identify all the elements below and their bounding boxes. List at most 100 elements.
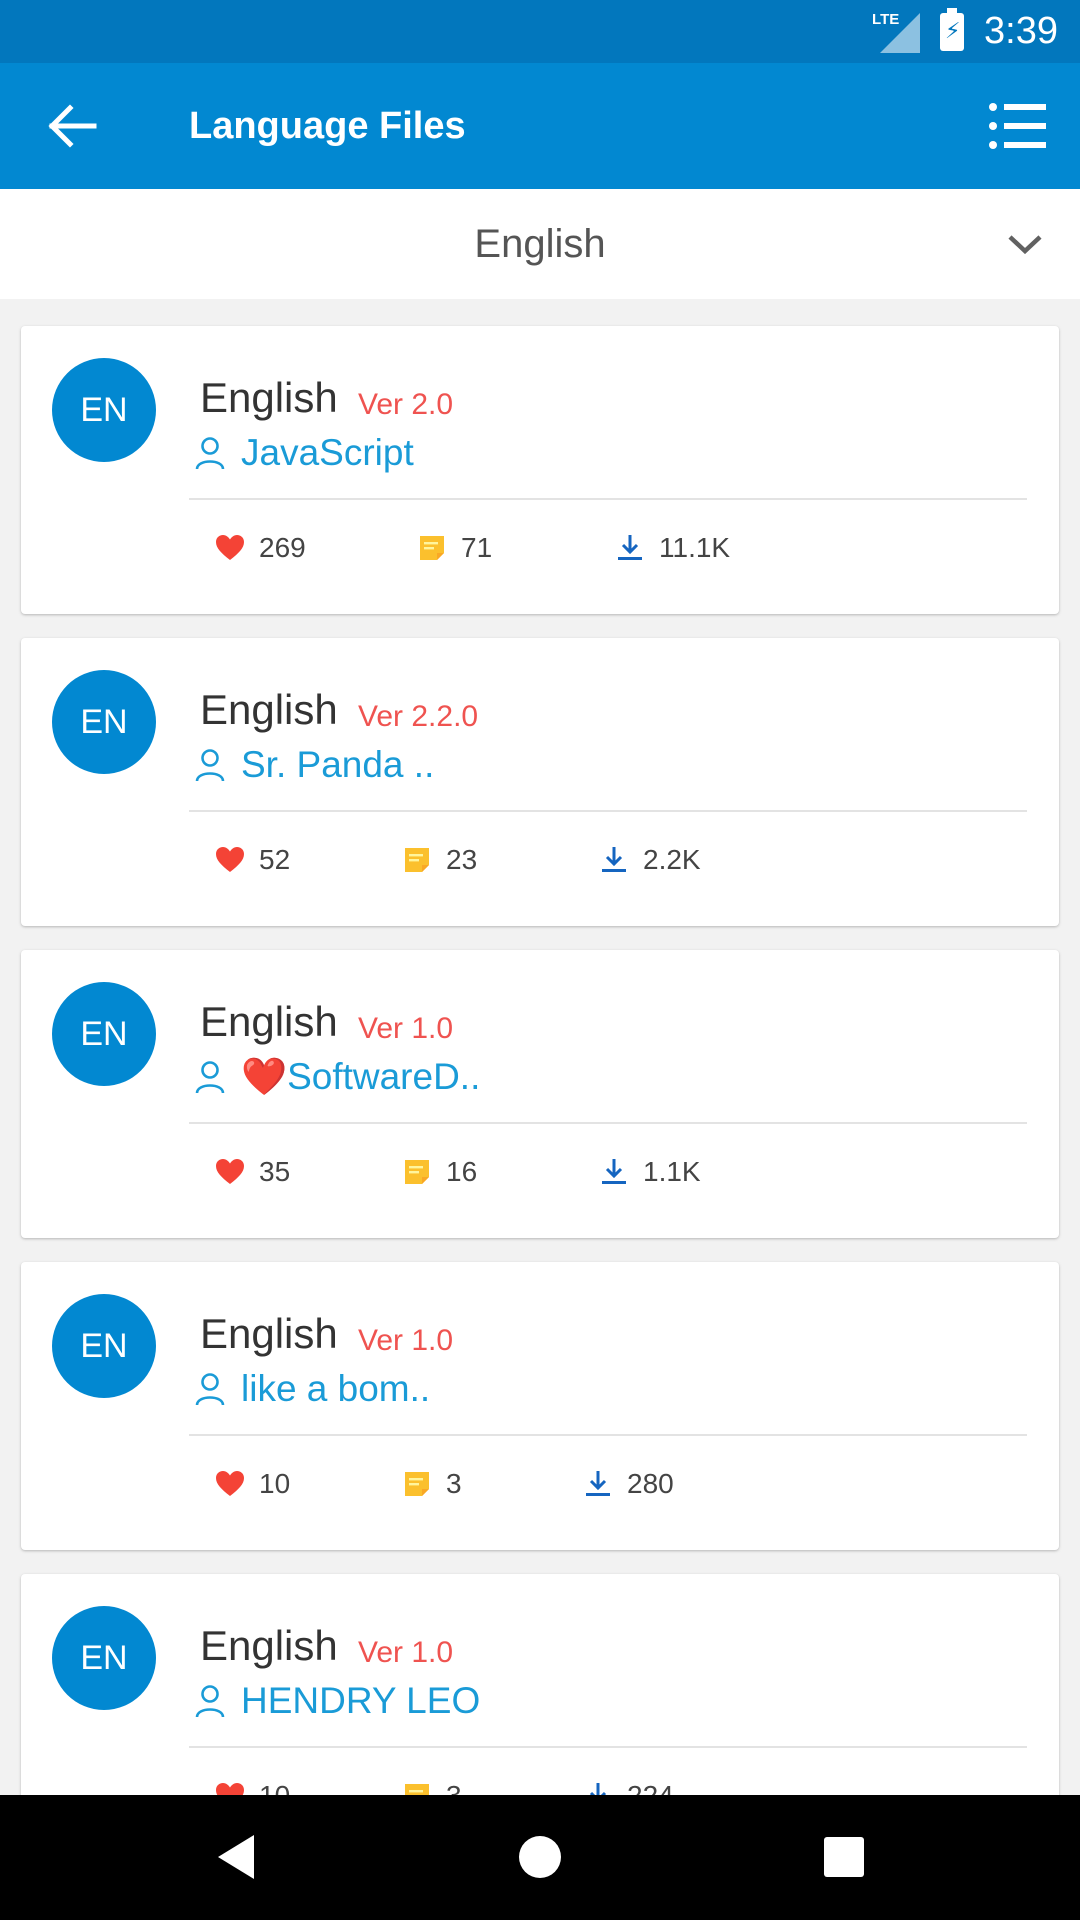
likes-count: 269 bbox=[259, 532, 306, 563]
likes-stat[interactable]: 10 bbox=[215, 1776, 290, 1795]
author-name: HENDRY LEO bbox=[241, 1680, 481, 1721]
language-file-list[interactable]: EN English Ver 2.0 JavaScript 269 71 11.… bbox=[0, 299, 1080, 1795]
likes-stat[interactable]: 10 bbox=[215, 1464, 290, 1504]
language-file-card[interactable]: EN English Ver 2.2.0 Sr. Panda .. 52 23 … bbox=[21, 638, 1059, 926]
language-dropdown[interactable]: English bbox=[0, 189, 1080, 299]
list-view-button[interactable] bbox=[984, 93, 1050, 159]
status-icons: LTE ⚡ 3:39 bbox=[872, 0, 1058, 63]
downloads-count: 280 bbox=[627, 1468, 674, 1499]
downloads-count: 224 bbox=[627, 1780, 674, 1795]
downloads-stat[interactable]: 2.2K bbox=[599, 840, 701, 880]
app-bar: Language Files bbox=[0, 63, 1080, 189]
notes-stat[interactable]: 3 bbox=[402, 1464, 462, 1504]
likes-stat[interactable]: 269 bbox=[215, 528, 306, 568]
version-label: Ver 2.0 bbox=[358, 388, 454, 421]
likes-stat[interactable]: 52 bbox=[215, 840, 290, 880]
version-label: Ver 1.0 bbox=[358, 1012, 454, 1045]
arrow-back-icon bbox=[48, 104, 97, 148]
download-icon bbox=[602, 847, 626, 872]
card-divider bbox=[189, 1746, 1027, 1748]
notes-count: 23 bbox=[446, 844, 478, 875]
notes-stat[interactable]: 3 bbox=[402, 1776, 462, 1795]
person-icon bbox=[195, 749, 225, 782]
nav-back-icon[interactable] bbox=[206, 1827, 266, 1887]
battery-charging-icon: ⚡ bbox=[940, 7, 965, 51]
downloads-stat[interactable]: 224 bbox=[583, 1776, 674, 1795]
version-label: Ver 1.0 bbox=[358, 1324, 454, 1357]
likes-count: 10 bbox=[259, 1780, 290, 1795]
card-divider bbox=[189, 810, 1027, 812]
language-avatar: EN bbox=[52, 982, 156, 1086]
language-name: English bbox=[200, 374, 338, 421]
language-dropdown-value: English bbox=[474, 222, 606, 266]
author-link[interactable]: JavaScript bbox=[194, 430, 414, 476]
note-icon bbox=[420, 536, 444, 560]
heart-icon bbox=[216, 535, 244, 560]
author-link[interactable]: like a bom.. bbox=[194, 1366, 430, 1412]
notes-count: 71 bbox=[461, 532, 493, 563]
language-avatar: EN bbox=[52, 1294, 156, 1398]
language-file-card[interactable]: EN English Ver 1.0 ❤️SoftwareD.. 35 16 1… bbox=[21, 950, 1059, 1238]
likes-stat[interactable]: 35 bbox=[215, 1152, 290, 1192]
notes-count: 3 bbox=[446, 1780, 462, 1795]
person-icon bbox=[195, 1373, 225, 1406]
note-icon bbox=[405, 848, 429, 872]
heart-icon bbox=[216, 1471, 244, 1496]
language-avatar: EN bbox=[52, 358, 156, 462]
person-icon bbox=[195, 437, 225, 470]
downloads-count: 2.2K bbox=[643, 844, 701, 875]
downloads-count: 1.1K bbox=[643, 1156, 701, 1187]
language-file-card[interactable]: EN English Ver 2.0 JavaScript 269 71 11.… bbox=[21, 326, 1059, 614]
notes-stat[interactable]: 16 bbox=[402, 1152, 477, 1192]
author-name: JavaScript bbox=[241, 432, 414, 473]
author-link[interactable]: Sr. Panda .. bbox=[194, 742, 434, 788]
download-icon bbox=[586, 1471, 610, 1496]
chevron-down-icon bbox=[1008, 235, 1042, 255]
card-divider bbox=[189, 1122, 1027, 1124]
card-divider bbox=[189, 498, 1027, 500]
downloads-stat[interactable]: 1.1K bbox=[599, 1152, 701, 1192]
language-avatar: EN bbox=[52, 1606, 156, 1710]
downloads-stat[interactable]: 11.1K bbox=[615, 528, 730, 568]
language-file-card[interactable]: EN English Ver 1.0 like a bom.. 10 3 280 bbox=[21, 1262, 1059, 1550]
person-icon bbox=[195, 1685, 225, 1718]
heart-icon bbox=[216, 847, 244, 872]
navigation-bar bbox=[0, 1795, 1080, 1920]
author-name: like a bom.. bbox=[241, 1368, 431, 1409]
language-file-card[interactable]: EN English Ver 1.0 HENDRY LEO 10 bbox=[21, 1574, 1059, 1795]
note-icon bbox=[405, 1160, 429, 1184]
list-icon bbox=[989, 103, 1046, 149]
heart-icon bbox=[216, 1783, 244, 1795]
note-icon bbox=[405, 1784, 429, 1795]
likes-count: 52 bbox=[259, 844, 291, 875]
download-icon bbox=[589, 1783, 607, 1795]
author-link[interactable]: ❤️SoftwareD.. bbox=[194, 1054, 480, 1100]
status-time: 3:39 bbox=[984, 10, 1058, 52]
author-link[interactable]: HENDRY LEO bbox=[194, 1678, 480, 1724]
language-name: English bbox=[200, 1622, 338, 1669]
person-icon bbox=[195, 1061, 225, 1094]
status-bar: LTE ⚡ 3:39 bbox=[0, 0, 1080, 63]
notes-count: 3 bbox=[446, 1468, 462, 1499]
download-icon bbox=[602, 1159, 626, 1184]
card-divider bbox=[189, 1434, 1027, 1436]
language-name: English bbox=[200, 1310, 338, 1357]
back-button[interactable] bbox=[40, 93, 106, 159]
nav-recents-icon[interactable] bbox=[814, 1827, 874, 1887]
notes-stat[interactable]: 23 bbox=[402, 840, 477, 880]
version-label: Ver 2.2.0 bbox=[358, 700, 479, 733]
page-title: Language Files bbox=[189, 105, 466, 147]
nav-home-icon[interactable] bbox=[510, 1827, 570, 1887]
note-icon bbox=[405, 1472, 429, 1496]
likes-count: 10 bbox=[259, 1468, 291, 1499]
language-name: English bbox=[200, 686, 338, 733]
language-name: English bbox=[200, 998, 338, 1045]
version-label: Ver 1.0 bbox=[358, 1636, 454, 1669]
heart-icon bbox=[216, 1159, 244, 1184]
author-name: Sr. Panda .. bbox=[241, 744, 435, 785]
notes-stat[interactable]: 71 bbox=[417, 528, 492, 568]
notes-count: 16 bbox=[446, 1156, 478, 1187]
download-icon bbox=[618, 535, 642, 560]
downloads-stat[interactable]: 280 bbox=[583, 1464, 674, 1504]
likes-count: 35 bbox=[259, 1156, 291, 1187]
